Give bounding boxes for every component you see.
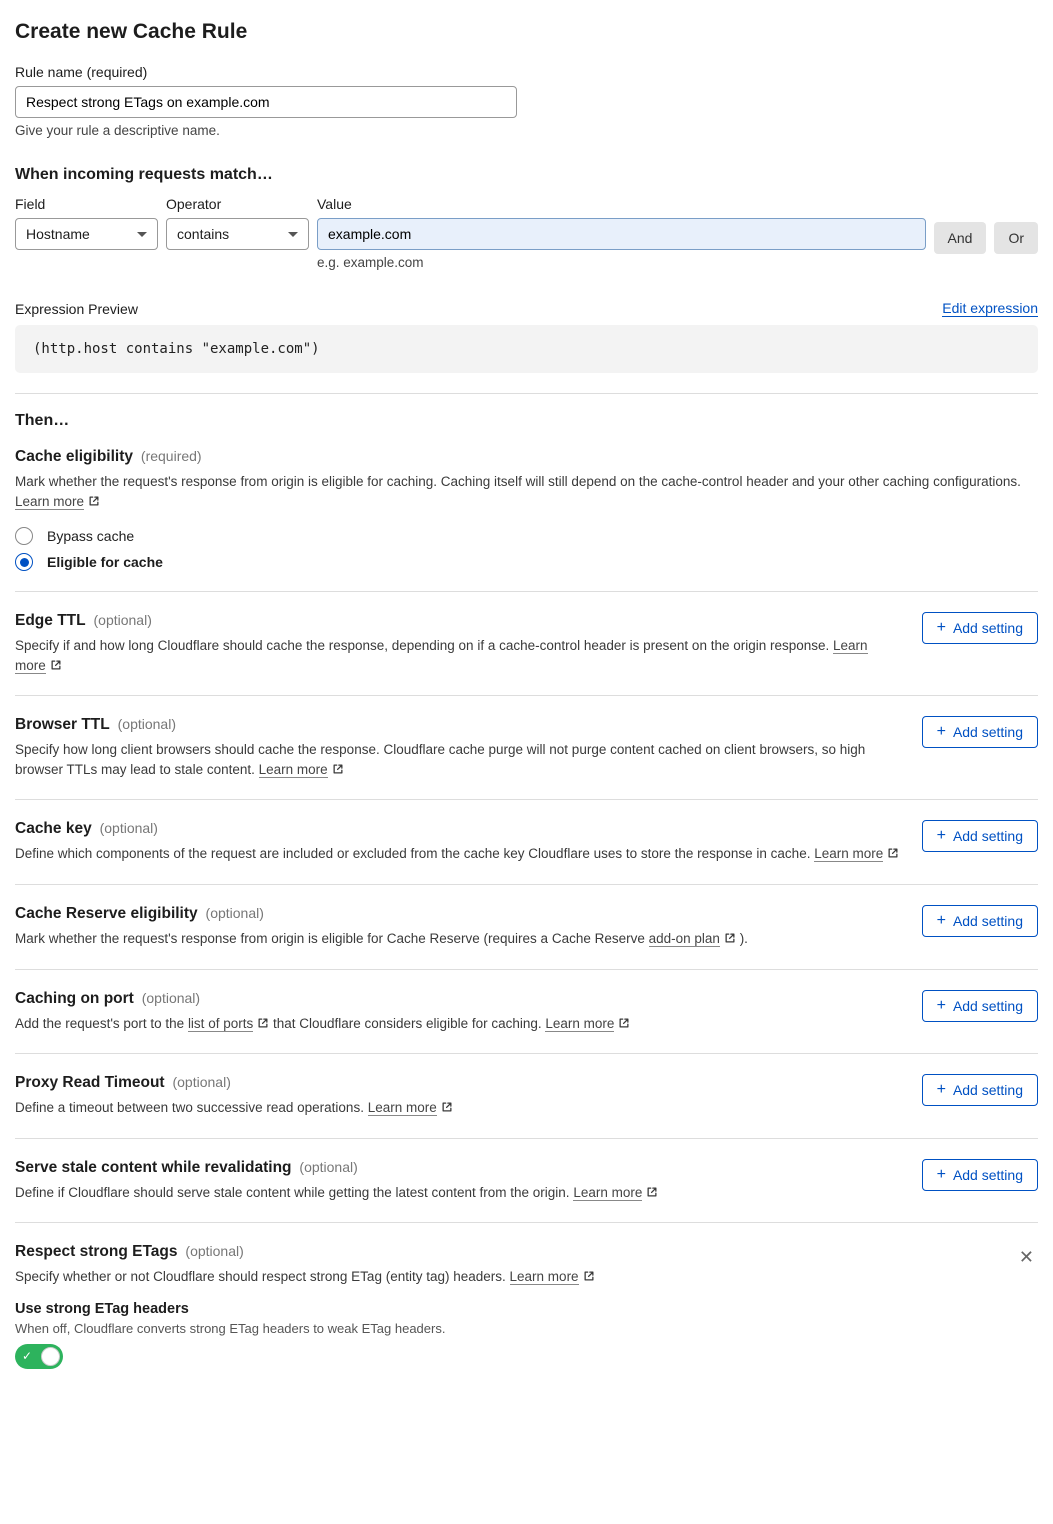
plus-icon: + <box>937 620 946 636</box>
expression-preview-label: Expression Preview <box>15 301 138 317</box>
use-strong-etag-title: Use strong ETag headers <box>15 1301 1038 1317</box>
caching-port-title: Caching on port <box>15 990 134 1007</box>
external-link-icon <box>441 1101 453 1113</box>
serve-stale-desc: Define if Cloudflare should serve stale … <box>15 1183 902 1203</box>
external-link-icon <box>257 1017 269 1029</box>
external-link-icon <box>50 659 62 671</box>
add-setting-caching-port[interactable]: +Add setting <box>922 990 1038 1022</box>
learn-more-link[interactable]: Learn more <box>259 762 328 778</box>
cache-reserve-desc: Mark whether the request's response from… <box>15 929 902 949</box>
proxy-timeout-desc: Define a timeout between two successive … <box>15 1098 902 1118</box>
learn-more-link[interactable]: Learn more <box>545 1016 614 1032</box>
cache-key-desc: Define which components of the request a… <box>15 844 902 864</box>
proxy-timeout-title: Proxy Read Timeout <box>15 1074 165 1091</box>
chevron-down-icon <box>288 232 298 237</box>
cache-reserve-title: Cache Reserve eligibility <box>15 905 198 922</box>
page-title: Create new Cache Rule <box>15 20 1038 44</box>
addon-plan-link[interactable]: add-on plan <box>649 931 720 947</box>
chevron-down-icon <box>137 232 147 237</box>
then-title: Then… <box>15 412 1038 430</box>
plus-icon: + <box>937 913 946 929</box>
use-strong-etag-desc: When off, Cloudflare converts strong ETa… <box>15 1321 1038 1336</box>
cache-eligibility-desc: Mark whether the request's response from… <box>15 472 1038 511</box>
eligible-cache-radio[interactable] <box>15 553 33 571</box>
external-link-icon <box>332 763 344 775</box>
add-setting-cache-key[interactable]: +Add setting <box>922 820 1038 852</box>
respect-etags-title: Respect strong ETags <box>15 1243 178 1260</box>
plus-icon: + <box>937 998 946 1014</box>
field-label: Field <box>15 196 158 212</box>
caching-port-desc: Add the request's port to the list of po… <box>15 1014 902 1034</box>
learn-more-link[interactable]: Learn more <box>814 846 883 862</box>
bypass-cache-radio[interactable] <box>15 527 33 545</box>
check-icon: ✓ <box>22 1349 32 1363</box>
add-setting-serve-stale[interactable]: +Add setting <box>922 1159 1038 1191</box>
bypass-cache-label: Bypass cache <box>47 528 134 544</box>
learn-more-link[interactable]: Learn more <box>573 1185 642 1201</box>
list-of-ports-link[interactable]: list of ports <box>188 1016 253 1032</box>
browser-ttl-desc: Specify how long client browsers should … <box>15 740 902 779</box>
rule-name-label: Rule name (required) <box>15 64 517 80</box>
value-input[interactable] <box>317 218 926 250</box>
or-button[interactable]: Or <box>994 222 1038 254</box>
add-setting-edge-ttl[interactable]: +Add setting <box>922 612 1038 644</box>
external-link-icon <box>724 932 736 944</box>
plus-icon: + <box>937 1167 946 1183</box>
external-link-icon <box>887 847 899 859</box>
plus-icon: + <box>937 1082 946 1098</box>
learn-more-link[interactable]: Learn more <box>15 494 84 510</box>
cache-key-title: Cache key <box>15 820 92 837</box>
rule-name-helper: Give your rule a descriptive name. <box>15 123 517 138</box>
strong-etag-toggle[interactable]: ✓ <box>15 1344 63 1369</box>
browser-ttl-title: Browser TTL <box>15 716 110 733</box>
cache-eligibility-tag: (required) <box>141 448 202 464</box>
respect-etags-desc: Specify whether or not Cloudflare should… <box>15 1267 995 1287</box>
operator-select[interactable]: contains <box>166 218 309 250</box>
add-setting-cache-reserve[interactable]: +Add setting <box>922 905 1038 937</box>
plus-icon: + <box>937 724 946 740</box>
external-link-icon <box>88 495 100 507</box>
value-label: Value <box>317 196 926 212</box>
serve-stale-title: Serve stale content while revalidating <box>15 1159 292 1176</box>
value-helper: e.g. example.com <box>317 255 926 270</box>
cache-eligibility-title: Cache eligibility <box>15 448 133 465</box>
external-link-icon <box>646 1186 658 1198</box>
add-setting-proxy-timeout[interactable]: +Add setting <box>922 1074 1038 1106</box>
and-button[interactable]: And <box>934 222 987 254</box>
operator-label: Operator <box>166 196 309 212</box>
external-link-icon <box>583 1270 595 1282</box>
edge-ttl-desc: Specify if and how long Cloudflare shoul… <box>15 636 902 675</box>
plus-icon: + <box>937 828 946 844</box>
expression-code: (http.host contains "example.com") <box>15 325 1038 373</box>
external-link-icon <box>618 1017 630 1029</box>
eligible-cache-label: Eligible for cache <box>47 554 163 570</box>
close-icon[interactable]: ✕ <box>1015 1243 1038 1272</box>
add-setting-browser-ttl[interactable]: +Add setting <box>922 716 1038 748</box>
when-title: When incoming requests match… <box>15 166 1038 184</box>
field-select[interactable]: Hostname <box>15 218 158 250</box>
learn-more-link[interactable]: Learn more <box>368 1100 437 1116</box>
edge-ttl-title: Edge TTL <box>15 612 86 629</box>
rule-name-input[interactable] <box>15 86 517 118</box>
edit-expression-link[interactable]: Edit expression <box>942 300 1038 317</box>
learn-more-link[interactable]: Learn more <box>510 1269 579 1285</box>
